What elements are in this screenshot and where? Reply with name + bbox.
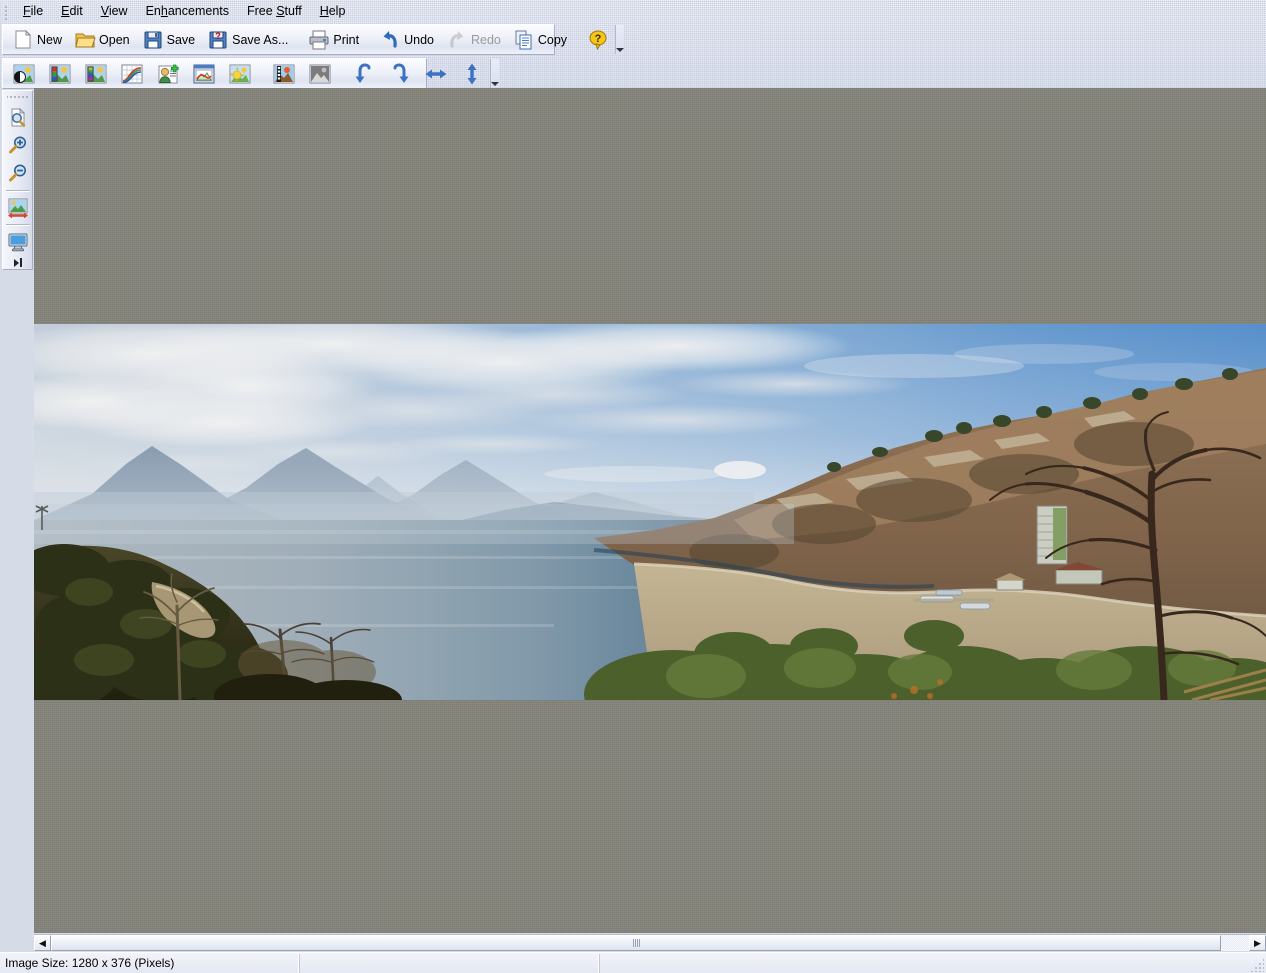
rotate-left-button[interactable] — [346, 60, 382, 87]
zoom-out-icon — [7, 163, 29, 184]
svg-text:?: ? — [595, 33, 602, 45]
redo-button[interactable]: Redo — [440, 26, 507, 53]
filmstrip-photo-button[interactable] — [266, 60, 302, 87]
new-page-icon — [12, 29, 34, 50]
tool-palette-separator-2 — [5, 224, 30, 226]
main-toolbar: New Open Save ? Save As... Print Undo Re… — [2, 24, 625, 55]
menu-file[interactable]: File — [14, 1, 52, 22]
menu-bar: File Edit View Enhancements Free Stuff H… — [0, 0, 1266, 23]
fullscreen-tool[interactable] — [5, 228, 31, 255]
help-balloon-icon: ? — [587, 29, 609, 51]
menu-edit[interactable]: Edit — [52, 1, 92, 22]
status-image-size-text: Image Size: 1280 x 376 (Pixels) — [5, 956, 175, 970]
tool-palette-separator — [5, 190, 30, 192]
sun-brighten-button[interactable] — [222, 60, 258, 87]
scrollbar-thumb[interactable] — [51, 935, 1221, 951]
image-canvas[interactable] — [34, 88, 1266, 933]
floppy-disk-icon — [142, 29, 164, 50]
tool-palette-grip[interactable] — [6, 94, 29, 101]
undo-button[interactable]: Undo — [373, 26, 440, 53]
flip-horizontal-icon — [424, 63, 448, 85]
undo-arrow-icon — [379, 29, 401, 50]
save-button-label: Save — [166, 32, 196, 47]
fullscreen-icon — [7, 231, 29, 252]
enhancements-toolbar-overflow-button[interactable] — [490, 59, 499, 88]
curves-button[interactable] — [114, 60, 150, 87]
help-button[interactable]: ? — [581, 26, 615, 53]
menu-free-stuff[interactable]: Free Stuff — [238, 1, 311, 22]
copy-pages-icon — [513, 29, 535, 50]
add-portrait-button[interactable] — [150, 60, 186, 87]
scroll-left-button[interactable]: ◀ — [34, 935, 51, 951]
redo-arrow-icon — [446, 29, 468, 50]
new-button[interactable]: New — [6, 26, 68, 53]
menu-view[interactable]: View — [92, 1, 137, 22]
copy-button[interactable]: Copy — [507, 26, 573, 53]
enhancements-toolbar — [2, 58, 499, 89]
menu-help[interactable]: Help — [311, 1, 355, 22]
zoom-in-icon — [7, 135, 29, 156]
open-folder-icon — [74, 29, 96, 50]
grayscale-photo-icon — [308, 63, 332, 85]
scroll-right-button[interactable]: ▶ — [1249, 935, 1266, 951]
rotate-right-button[interactable] — [382, 60, 418, 87]
status-panel-2 — [300, 953, 600, 973]
curves-icon — [120, 63, 144, 85]
rotate-left-icon — [352, 62, 376, 85]
filmstrip-photo-icon — [272, 63, 296, 85]
photo-image — [34, 324, 1266, 700]
rotate-right-icon — [388, 62, 412, 85]
save-button[interactable]: Save — [136, 26, 202, 53]
open-button[interactable]: Open — [68, 26, 136, 53]
sun-brighten-icon — [228, 63, 252, 85]
save-as-icon: ? — [207, 29, 229, 50]
tool-palette — [2, 90, 33, 270]
flip-vertical-button[interactable] — [454, 60, 490, 87]
effects-window-icon — [192, 63, 216, 85]
svg-text:?: ? — [215, 31, 221, 41]
print-button-label: Print — [333, 32, 360, 47]
hue-saturation-button[interactable] — [78, 60, 114, 87]
status-bar: Image Size: 1280 x 376 (Pixels) — [0, 952, 1266, 973]
zoom-out-tool[interactable] — [5, 160, 31, 187]
flip-vertical-icon — [460, 63, 484, 85]
grayscale-photo-button[interactable] — [302, 60, 338, 87]
menu-enhancements[interactable]: Enhancements — [137, 1, 238, 22]
effects-window-button[interactable] — [186, 60, 222, 87]
add-portrait-icon — [156, 63, 180, 85]
color-levels-icon — [48, 63, 72, 85]
brightness-contrast-icon — [12, 63, 36, 85]
hue-saturation-icon — [84, 63, 108, 85]
printer-icon — [308, 29, 330, 50]
open-button-label: Open — [99, 32, 130, 47]
tool-palette-expand-button[interactable] — [3, 256, 32, 269]
zoom-to-fit-icon — [7, 107, 29, 128]
flip-horizontal-button[interactable] — [418, 60, 454, 87]
copy-button-label: Copy — [537, 32, 568, 47]
save-as-button[interactable]: ? Save As... — [201, 26, 294, 53]
status-panel-3 — [600, 954, 1266, 973]
pan-image-icon — [7, 197, 29, 219]
undo-button-label: Undo — [404, 32, 434, 47]
new-button-label: New — [37, 32, 63, 47]
pan-image-tool[interactable] — [5, 194, 31, 221]
scrollbar-track[interactable] — [51, 935, 1249, 951]
brightness-contrast-button[interactable] — [6, 60, 42, 87]
main-toolbar-overflow-button[interactable] — [615, 25, 625, 54]
status-image-size: Image Size: 1280 x 376 (Pixels) — [0, 953, 300, 973]
horizontal-scrollbar[interactable]: ◀ ▶ — [34, 934, 1266, 951]
redo-button-label: Redo — [470, 32, 501, 47]
menu-grip-handle[interactable] — [2, 3, 11, 20]
color-levels-button[interactable] — [42, 60, 78, 87]
application-window: File Edit View Enhancements Free Stuff H… — [0, 0, 1266, 973]
save-as-button-label: Save As... — [232, 32, 289, 47]
zoom-in-tool[interactable] — [5, 132, 31, 159]
zoom-to-fit-tool[interactable] — [5, 104, 31, 131]
print-button[interactable]: Print — [302, 26, 365, 53]
